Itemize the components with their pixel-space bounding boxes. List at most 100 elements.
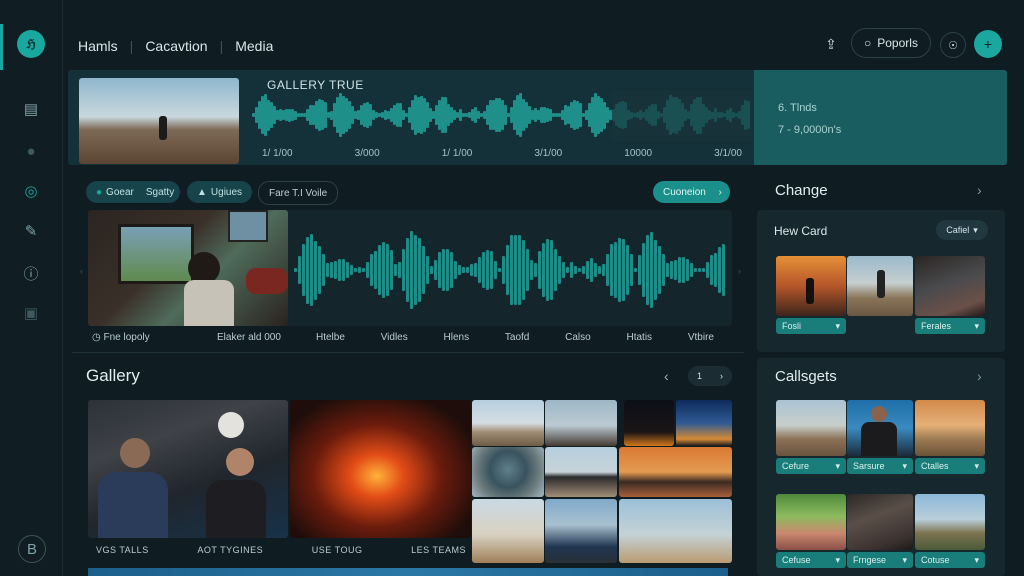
gallery-thumb-6[interactable] [545,447,617,497]
page-number[interactable]: 1 [697,371,702,381]
gallery-next-row[interactable] [88,568,728,576]
callsgets-thumb-6[interactable] [915,494,985,550]
edit-icon[interactable]: ✎ [20,220,42,242]
callsgets-chip-2[interactable]: Sarsure ▾ [847,458,913,474]
alert-icon[interactable]: ⓘ [20,262,42,284]
callsgets-thumb-1[interactable] [776,400,846,456]
waveform-bar [566,266,569,274]
change-title: Change [775,182,828,199]
hero-stats: 6. Tlnds 7 - 9,0000n's [754,70,1007,165]
change-chevron-icon[interactable]: › [977,182,982,198]
waveform-bar [354,268,357,272]
waveform-bar [622,238,625,302]
callsgets-thumb-5[interactable] [847,494,913,550]
waveform-bar [658,245,661,295]
document-icon[interactable]: ▤ [20,98,42,120]
waveform-bar [374,250,377,290]
waveform-bar [466,266,469,274]
gallery-thumb-7[interactable] [619,447,732,497]
waveform-bar [586,261,589,280]
waveform-bar [394,264,397,276]
waveform-bar [410,231,413,309]
users-icon[interactable]: ● [20,140,42,162]
waveform-selection[interactable] [612,90,752,142]
audio-waveform[interactable] [294,226,726,310]
waveform-bar [378,244,381,296]
storage-icon[interactable]: ▣ [20,302,42,324]
target-icon[interactable]: ◎ [20,180,42,202]
callsgets-chip-6[interactable]: Cotuse ▾ [915,552,985,568]
share-icon[interactable]: ⇪ [817,30,845,58]
callsgets-thumb-3[interactable] [915,400,985,456]
waveform-bar [390,249,393,291]
waveform-bar [638,254,641,286]
waveform-bar [590,258,593,282]
callsgets-thumb-2[interactable] [847,400,913,456]
gallery-thumb-1[interactable] [472,400,544,446]
gallery-thumb-5[interactable] [472,447,544,497]
waveform-bar [314,240,317,300]
audio-labels: Htelbe Vidles Hlens Taofd Calso Htatis V… [316,332,714,343]
gallery-thumb-10[interactable] [619,499,732,563]
next-page-icon[interactable]: › [720,371,723,381]
filter-tag-fare[interactable]: Fare T.I Voile [258,181,339,205]
callsgets-chevron-icon[interactable]: › [977,368,982,384]
logo-icon[interactable]: ℌ [17,30,45,58]
waveform-bar [706,262,709,278]
filter-tag-ugiues[interactable]: ▲ Ugiues [187,181,253,203]
change-thumb-3[interactable] [915,256,985,316]
waveform-bar [722,244,725,296]
active-indicator [0,24,3,70]
nav-item[interactable]: Cacavtion [145,38,207,54]
nav-item[interactable]: Media [235,38,273,54]
waveform-bar [534,262,537,278]
dot-icon: ● [96,186,103,198]
waveform-bar [494,261,497,279]
change-thumb-1[interactable] [776,256,846,316]
waveform-bar [302,244,305,296]
callsgets-chip-3[interactable]: Ctalles ▾ [915,458,985,474]
prev-page-icon[interactable]: ‹ [664,368,669,384]
change-chip-1[interactable]: Fosli ▾ [776,318,846,334]
callsgets-chip-4[interactable]: Cefuse ▾ [776,552,846,568]
callsgets-chip-1[interactable]: Cefure ▾ [776,458,846,474]
filter-tag-goear[interactable]: ● Goear Sgatty [86,181,180,203]
reports-button[interactable]: ○ Poporls [851,28,931,58]
waveform-bar [550,240,553,300]
hero-image[interactable] [79,78,239,164]
card-dropdown[interactable]: Cafiel ▾ [936,220,988,240]
waveform-bar [438,252,441,288]
waveform-bar [366,261,369,279]
waveform-bar [574,266,577,274]
action-button[interactable]: Cuoneion › [653,181,730,203]
caret-down-icon: ▾ [902,554,907,565]
waveform-bar [582,265,585,275]
add-button[interactable]: + [974,30,1002,58]
gallery-image-group[interactable] [88,400,288,538]
audio-thumbnail[interactable] [88,210,288,326]
gallery-image-lava[interactable] [290,400,471,538]
gallery-thumb-8[interactable] [472,499,544,563]
gallery-thumb-4[interactable] [676,400,732,446]
waveform-bar [478,257,481,283]
waveform-bar [578,267,581,273]
settings-icon[interactable]: ☉ [940,32,966,58]
nav-item[interactable]: Hamls [78,38,118,54]
waveform-bar [362,267,365,273]
user-avatar-icon[interactable]: B [18,535,46,563]
change-chip-2[interactable]: Ferales ▾ [915,318,985,334]
waveform-bar [510,235,513,305]
gallery-thumb-9[interactable] [545,499,617,563]
scroll-left-icon[interactable]: ‹ [80,266,83,276]
callsgets-thumb-4[interactable] [776,494,846,550]
waveform-bar [690,262,693,278]
waveform-bar [386,243,389,297]
change-thumb-2[interactable] [847,256,913,316]
gallery-thumb-3[interactable] [624,400,674,446]
gallery-thumb-2[interactable] [545,400,617,446]
scroll-right-icon[interactable]: › [738,266,741,276]
waveform-bar [594,263,597,277]
callsgets-chip-5[interactable]: Frngese ▾ [847,552,913,568]
waveform-bar [630,254,633,286]
pager[interactable]: 1 › [688,366,732,386]
